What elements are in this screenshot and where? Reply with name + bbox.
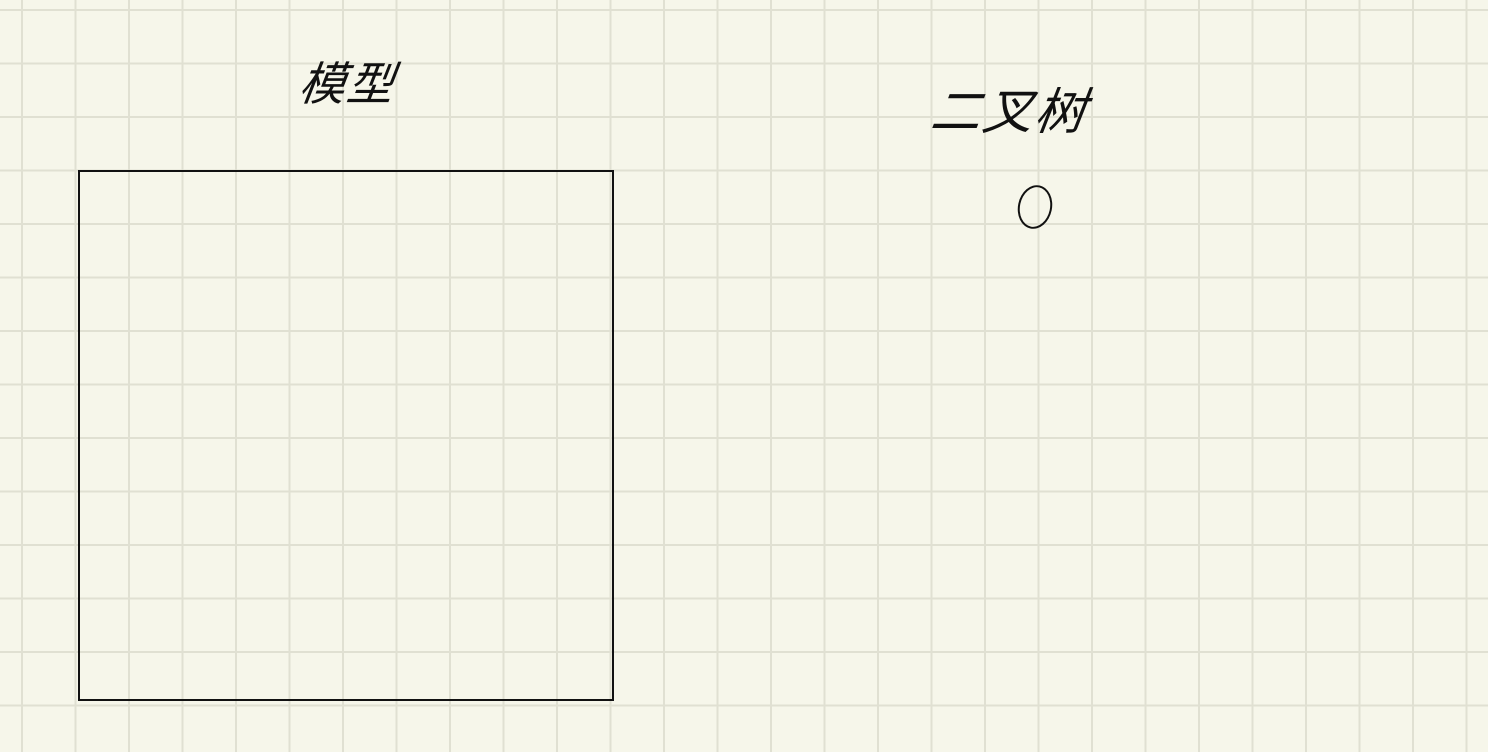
tree-node-circle bbox=[1013, 181, 1057, 233]
model-box-drawing bbox=[78, 170, 614, 701]
heading-binary-tree: 二叉树 bbox=[927, 83, 1092, 141]
heading-model: 模型 bbox=[295, 57, 400, 111]
